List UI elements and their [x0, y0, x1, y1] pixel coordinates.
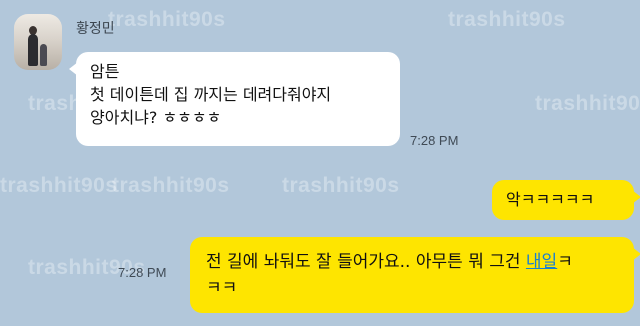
message-line: 악ㅋㅋㅋㅋㅋ [506, 190, 595, 209]
message-line: 암튼 [90, 62, 120, 81]
message-line: ㅋㅋ [206, 278, 238, 298]
watermark: trashhit90s [112, 174, 230, 197]
message-timestamp: 7:28 PM [410, 133, 459, 148]
message-timestamp: 7:28 PM [118, 265, 167, 280]
avatar-figure-icon [40, 44, 47, 66]
message-line: 전 길에 놔둬도 잘 들어가요.. 아무튼 뭐 그건 내일ㅋ [206, 249, 618, 275]
sender-name: 황정민 [76, 21, 115, 37]
watermark: trashhit90s [0, 174, 118, 197]
message-text: 전 길에 놔둬도 잘 들어가요.. 아무튼 뭐 그건 [206, 252, 526, 272]
outgoing-message-bubble[interactable]: 전 길에 놔둬도 잘 들어가요.. 아무튼 뭐 그건 내일ㅋ ㅋㅋ [190, 237, 640, 313]
watermark: trashhit90s [282, 174, 400, 197]
outgoing-message-bubble[interactable]: 악ㅋㅋㅋㅋㅋ [492, 180, 640, 220]
message-line: 첫 데이튼데 집 까지는 데려다줘야지 [90, 85, 332, 104]
incoming-message-bubble[interactable]: 암튼 첫 데이튼데 집 까지는 데려다줘야지 양아치냐? ㅎㅎㅎㅎ [69, 52, 400, 146]
avatar-figure-icon [28, 34, 38, 66]
message-line: 양아치냐? ㅎㅎㅎㅎ [90, 108, 222, 127]
message-text: ㅋ [557, 252, 573, 272]
watermark: trashhit90s [108, 8, 226, 31]
sender-avatar[interactable] [14, 14, 62, 70]
watermark: trashhit90s [448, 8, 566, 31]
message-link[interactable]: 내일 [526, 252, 557, 272]
watermark: trashhit90s [535, 92, 640, 115]
